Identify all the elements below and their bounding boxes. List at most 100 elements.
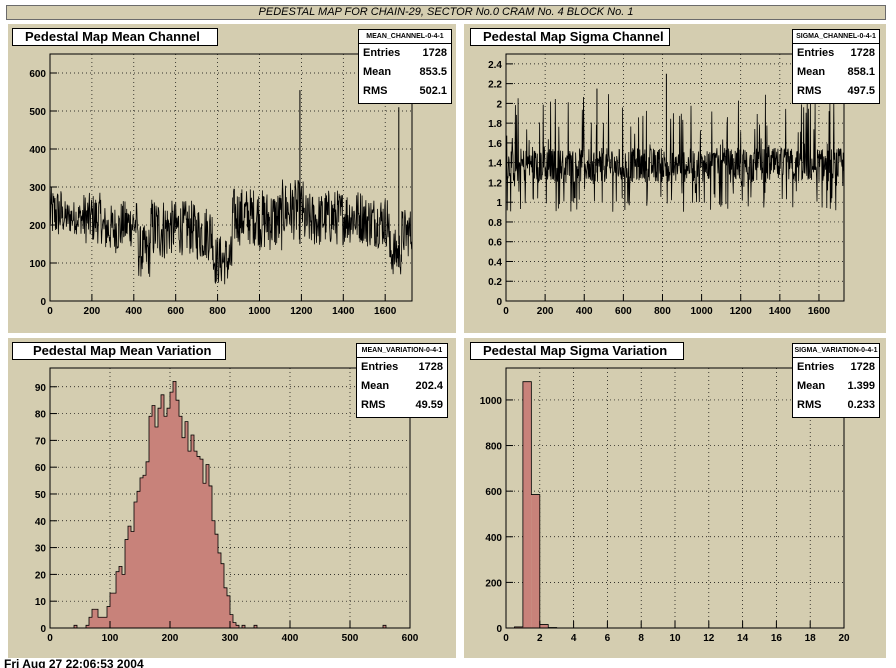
histogram-bar [209,485,212,628]
series-line [505,94,844,212]
x-tick-label: 2 [537,633,543,644]
x-tick-label: 18 [805,633,817,644]
histogram-bar [104,617,107,628]
panel-sigma-variation: 0 2 4 6 8 10 12 14 16 18 20 0 200 400 600 800 1000 Pedes… [464,338,886,658]
y-tick-label: 0.2 [488,277,502,288]
histogram-bar [522,381,532,628]
histogram-bar [176,400,179,628]
stats-row: Entries 1728 [797,47,875,59]
histogram-bar [119,566,122,628]
histogram-bar [125,539,128,628]
histogram-bar [185,421,188,628]
x-tick-label: 800 [654,306,671,317]
histogram-bar [531,494,540,628]
histogram-bar [101,617,104,628]
stats-row: RMS 49.59 [361,399,443,411]
stats-name: MEAN_VARIATION-0-4-1 [357,344,447,358]
page-title: PEDESTAL MAP FOR CHAIN-29, SECTOR No.0 C… [6,5,886,20]
x-tick-label: 500 [342,633,359,644]
x-tick-label: 600 [402,633,419,644]
y-tick-label: 30 [35,544,47,555]
histogram-bar [116,571,119,628]
panel-title: Pedestal Map Mean Variation [12,342,226,360]
panel-title: Pedestal Map Mean Channel [12,28,218,46]
histogram-bar [191,435,194,628]
x-tick-label: 1600 [808,306,831,317]
y-tick-label: 0.4 [488,257,502,268]
y-tick-label: 1.2 [488,178,502,189]
histogram-bar [224,587,227,628]
y-tick-label: 500 [29,107,46,118]
panel-title: Pedestal Map Sigma Variation [470,342,684,360]
series-line [49,179,412,285]
histogram-bar [113,593,116,628]
panel-mean-variation: 0 100 200 300 400 500 600 0 10 20 30 40 50 60 70 80 90 P… [8,338,456,658]
y-tick-label: 0.6 [488,238,502,249]
x-tick-label: 300 [222,633,239,644]
histogram-bar [164,416,167,628]
histogram-bar [89,617,92,628]
stats-name: MEAN_CHANNEL-0-4-1 [359,30,451,44]
x-tick-label: 400 [282,633,299,644]
histogram-bar [233,622,236,628]
x-tick-label: 0 [503,633,509,644]
y-tick-label: 600 [485,487,502,498]
x-tick-label: 14 [737,633,749,644]
stats-row: RMS 497.5 [797,85,875,97]
histogram-bar [122,574,125,628]
y-tick-label: 2.4 [488,60,502,71]
y-tick-label: 100 [29,259,46,270]
x-tick-label: 1000 [690,306,713,317]
x-tick-label: 0 [503,306,509,317]
histogram-bar [95,609,98,628]
histogram-bar [92,609,95,628]
x-tick-label: 600 [167,306,184,317]
y-tick-label: 0 [40,297,46,308]
x-tick-label: 600 [615,306,632,317]
y-tick-label: 200 [485,578,502,589]
histogram-bar [98,617,101,628]
histogram-bar [203,483,206,628]
histogram-bar [215,534,218,628]
x-tick-label: 400 [125,306,142,317]
stats-row: Mean 1.399 [797,380,875,392]
histogram-bar [131,531,134,628]
histogram-bar [140,477,143,628]
y-tick-label: 90 [35,383,47,394]
x-tick-label: 10 [669,633,681,644]
histogram-bar [152,405,155,628]
x-tick-label: 1200 [290,306,313,317]
stats-row: Entries 1728 [361,361,443,373]
histogram-bar [143,475,146,628]
y-tick-label: 50 [35,490,47,501]
y-tick-label: 10 [35,597,47,608]
histogram-bar [197,456,200,628]
stats-box: MEAN_VARIATION-0-4-1 Entries 1728 Mean 202… [356,343,448,418]
x-tick-label: 12 [703,633,715,644]
x-tick-label: 20 [838,633,850,644]
histogram-bar [146,461,149,628]
stats-row: Mean 858.1 [797,66,875,78]
y-tick-label: 1.8 [488,119,502,130]
stats-box: MEAN_CHANNEL-0-4-1 Entries 1728 Mean 853.5… [358,29,452,104]
histogram-bar [134,502,137,628]
x-tick-label: 200 [84,306,101,317]
x-tick-label: 1400 [769,306,792,317]
histogram-bar [128,526,131,628]
x-tick-label: 200 [537,306,554,317]
histogram-bar [194,451,197,628]
x-tick-label: 800 [209,306,226,317]
y-tick-label: 800 [485,442,502,453]
stats-row: Entries 1728 [797,361,875,373]
y-tick-label: 1 [496,198,502,209]
histogram-bar [167,408,170,628]
x-tick-label: 1000 [248,306,271,317]
y-tick-label: 70 [35,436,47,447]
stats-name: SIGMA_VARIATION-0-4-1 [793,344,879,358]
stats-row: Entries 1728 [363,47,447,59]
histogram-bar [170,392,173,628]
x-tick-label: 4 [571,633,577,644]
y-tick-label: 0.8 [488,218,502,229]
footer-timestamp: Fri Aug 27 22:06:53 2004 [4,657,144,668]
x-tick-label: 8 [638,633,644,644]
